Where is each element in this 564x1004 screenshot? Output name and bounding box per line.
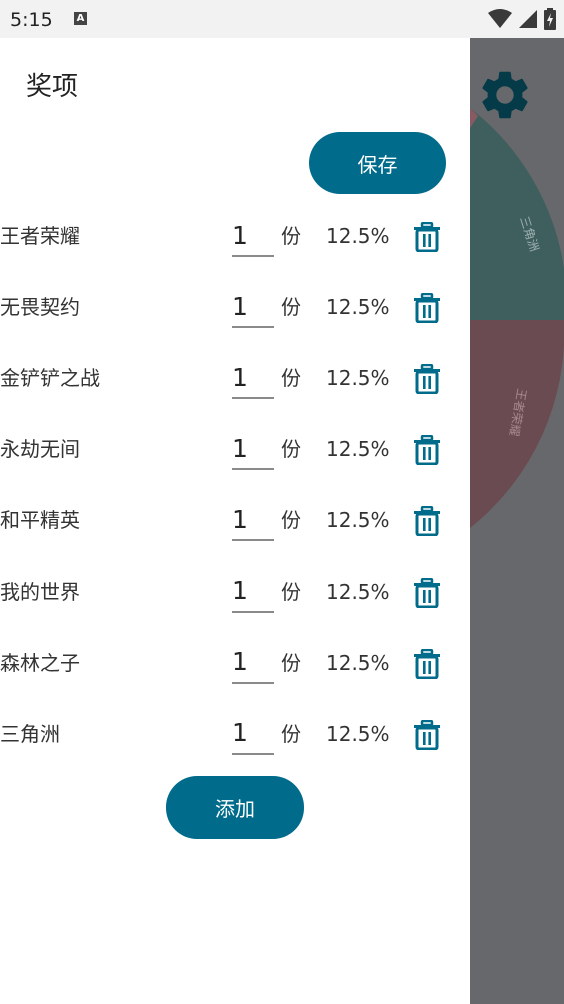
- battery-charging-icon: [544, 8, 556, 30]
- unit-label: 份: [281, 437, 301, 462]
- percentage-label: 12.5%: [326, 650, 390, 675]
- status-time: 5:15: [10, 9, 53, 31]
- trash-icon[interactable]: [413, 363, 441, 395]
- trash-icon[interactable]: [413, 506, 441, 537]
- prize-name: 金铲铲之战: [0, 366, 100, 391]
- prize-wheel: 三角洲 王者荣耀: [470, 108, 564, 528]
- prize-name: 我的世界: [0, 579, 80, 604]
- quantity-input[interactable]: [232, 641, 274, 684]
- quantity-input[interactable]: [232, 286, 274, 329]
- prize-drawer: 奖项 保存 王者荣耀份12.5%无畏契约份12.5%金铲铲之战份12.5%永劫无…: [0, 38, 470, 1004]
- quantity-input[interactable]: [232, 428, 274, 471]
- save-button[interactable]: 保存: [309, 132, 446, 194]
- unit-label: 份: [281, 224, 301, 248]
- unit-label: 份: [281, 295, 301, 320]
- prize-row: 我的世界 份 12.5%: [0, 557, 470, 628]
- prize-name: 永劫无间: [0, 437, 80, 462]
- wifi-icon: [488, 9, 512, 28]
- status-bar: 5:15 A: [0, 0, 564, 38]
- unit-label: 份: [281, 650, 301, 675]
- prize-name: 和平精英: [0, 508, 80, 533]
- status-icons: [488, 8, 556, 30]
- prize-row: 森林之子 份 12.5%: [0, 628, 470, 699]
- add-button[interactable]: 添加: [166, 776, 304, 839]
- quantity-input[interactable]: [232, 215, 274, 257]
- trash-icon[interactable]: [413, 577, 441, 608]
- background-overlay[interactable]: 三角洲 王者荣耀: [470, 38, 564, 1004]
- gear-icon[interactable]: [476, 66, 534, 124]
- percentage-label: 12.5%: [326, 366, 390, 391]
- unit-label: 份: [281, 508, 301, 533]
- percentage-label: 12.5%: [326, 224, 390, 248]
- signal-icon: [519, 10, 537, 28]
- percentage-label: 12.5%: [326, 437, 390, 462]
- prize-row: 金铲铲之战 份 12.5%: [0, 343, 470, 414]
- drawer-title: 奖项: [26, 72, 79, 102]
- notification-badge: A: [74, 12, 87, 25]
- trash-icon[interactable]: [413, 648, 441, 680]
- trash-icon[interactable]: [413, 719, 441, 751]
- prize-name: 森林之子: [0, 650, 80, 675]
- percentage-label: 12.5%: [326, 295, 390, 320]
- prize-name: 无畏契约: [0, 295, 80, 320]
- prize-row: 永劫无间 份 12.5%: [0, 414, 470, 485]
- prize-row: 和平精英 份 12.5%: [0, 485, 470, 556]
- percentage-label: 12.5%: [326, 508, 390, 533]
- percentage-label: 12.5%: [326, 721, 390, 746]
- prize-row: 无畏契约 份 12.5%: [0, 272, 470, 343]
- percentage-label: 12.5%: [326, 579, 390, 604]
- quantity-input[interactable]: [232, 712, 274, 755]
- trash-icon[interactable]: [413, 435, 441, 466]
- unit-label: 份: [281, 721, 301, 746]
- prize-name: 王者荣耀: [0, 224, 80, 248]
- unit-label: 份: [281, 579, 301, 604]
- trash-icon[interactable]: [413, 221, 441, 253]
- prize-row: 三角洲 份 12.5%: [0, 699, 470, 770]
- prize-row: 王者荣耀 份 12.5%: [0, 201, 470, 272]
- quantity-input[interactable]: [232, 499, 274, 542]
- trash-icon[interactable]: [413, 292, 441, 324]
- quantity-input[interactable]: [232, 357, 274, 400]
- prize-name: 三角洲: [0, 721, 60, 746]
- unit-label: 份: [281, 366, 301, 391]
- quantity-input[interactable]: [232, 570, 274, 613]
